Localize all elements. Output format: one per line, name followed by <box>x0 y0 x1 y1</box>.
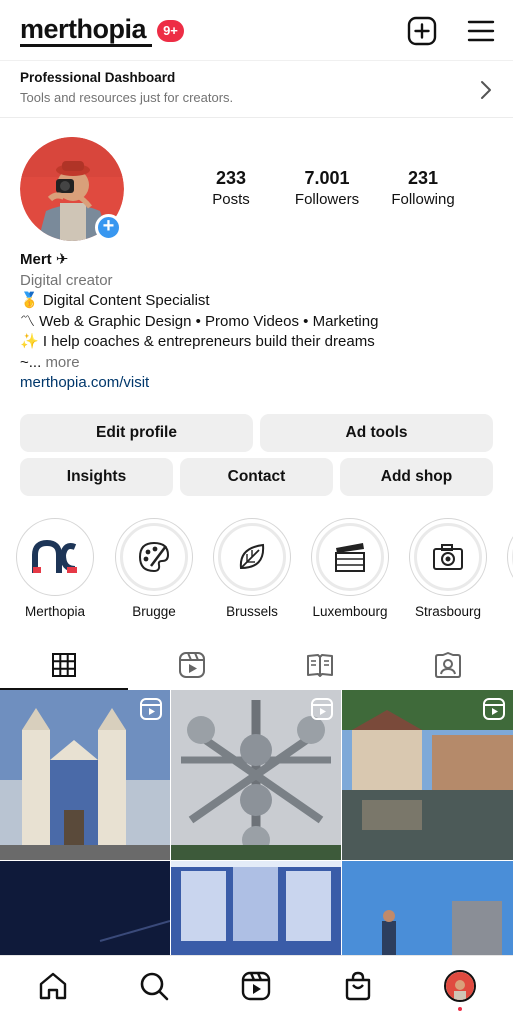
profile-name: Mert ✈ <box>20 251 69 268</box>
highlight-label: Merthopia <box>24 604 86 619</box>
bio-line: 〽 Web & Graphic Design • Promo Videos • … <box>20 312 379 330</box>
post-image <box>0 861 170 955</box>
highlight-strasbourg[interactable]: Strasbourg <box>409 518 487 619</box>
post-image <box>342 861 513 955</box>
profile-category: Digital creator <box>20 271 113 289</box>
edit-profile-button[interactable]: Edit profile <box>20 414 253 452</box>
notification-badge[interactable]: 9+ <box>157 20 184 42</box>
posts-label: Posts <box>212 191 250 208</box>
highlight-brussels[interactable]: Brussels <box>213 518 291 619</box>
grid-post[interactable] <box>0 690 170 860</box>
camera-icon <box>433 544 463 570</box>
highlight-label: Strasbourg <box>414 604 482 619</box>
highlight-partial[interactable] <box>507 518 513 596</box>
highlight-luxembourg[interactable]: Luxembourg <box>311 518 389 619</box>
reels-icon[interactable] <box>240 970 272 1002</box>
highlight-label: Brugge <box>132 604 176 619</box>
reels-icon <box>179 652 205 678</box>
bio-line: 🥇 Digital Content Specialist <box>20 292 210 309</box>
contact-button[interactable]: Contact <box>180 458 333 496</box>
username-underline <box>20 44 152 47</box>
following-count: 231 <box>407 168 439 188</box>
posts-grid <box>0 690 513 955</box>
profile-bio: Mert ✈ Digital creator 🥇 Digital Content… <box>20 250 500 394</box>
post-image <box>171 861 341 955</box>
create-post-icon[interactable] <box>407 16 437 46</box>
tab-reels[interactable] <box>128 640 256 690</box>
reel-badge-icon <box>140 698 162 720</box>
tab-guides[interactable] <box>256 640 384 690</box>
add-story-button[interactable]: + <box>95 214 122 241</box>
highlight-label: Luxembourg <box>312 604 388 619</box>
grid-post[interactable] <box>342 690 513 860</box>
bio-more-link[interactable]: more <box>45 354 79 371</box>
profile-avatar[interactable] <box>444 970 476 1002</box>
reel-badge-icon <box>311 698 333 720</box>
followers-label: Followers <box>294 191 360 208</box>
top-bar: merthopia 9+ <box>0 0 513 60</box>
bio-line: ✨ I help coaches & entrepreneurs build t… <box>20 333 375 350</box>
home-icon[interactable] <box>37 970 69 1002</box>
profile-tabs <box>0 640 513 690</box>
palette-icon <box>138 541 170 573</box>
search-icon[interactable] <box>138 970 170 1002</box>
profile-avatar-thumb <box>446 972 474 1000</box>
followers-stat[interactable]: 7.001 Followers <box>277 168 377 208</box>
guides-icon <box>307 654 333 677</box>
menu-icon[interactable] <box>466 16 496 46</box>
posts-count: 233 <box>215 168 247 188</box>
bottom-navigation <box>0 955 513 1024</box>
shop-icon[interactable] <box>342 970 374 1002</box>
professional-dashboard-title: Professional Dashboard <box>20 70 176 85</box>
highlight-merthopia[interactable]: Merthopia <box>16 518 94 619</box>
tagged-icon <box>435 652 461 678</box>
bio-truncated-line: ~... more <box>20 353 500 374</box>
following-stat[interactable]: 231 Following <box>373 168 473 208</box>
bio-truncated: ~... <box>20 353 42 371</box>
reel-badge-icon <box>483 698 505 720</box>
following-label: Following <box>391 191 455 208</box>
grid-post[interactable] <box>171 690 341 860</box>
add-shop-button[interactable]: Add shop <box>340 458 493 496</box>
followers-count: 7.001 <box>304 168 350 188</box>
profile-website-link[interactable]: merthopia.com/visit <box>20 373 500 394</box>
insights-button[interactable]: Insights <box>20 458 173 496</box>
grid-post[interactable] <box>342 861 513 955</box>
professional-dashboard-banner[interactable]: Professional Dashboard Tools and resourc… <box>0 60 513 118</box>
profile-notification-dot <box>458 1007 462 1011</box>
clapperboard-icon <box>335 543 365 572</box>
tab-grid[interactable] <box>0 640 128 690</box>
posts-stat[interactable]: 233 Posts <box>181 168 281 208</box>
ad-tools-button[interactable]: Ad tools <box>260 414 493 452</box>
chevron-right-icon <box>481 81 491 99</box>
account-username[interactable]: merthopia <box>20 14 147 45</box>
merthopia-logo-icon <box>32 539 77 573</box>
highlight-brugge[interactable]: Brugge <box>115 518 193 619</box>
grid-post[interactable] <box>171 861 341 955</box>
grid-post[interactable] <box>0 861 170 955</box>
leaf-icon <box>239 543 265 570</box>
professional-dashboard-subtitle: Tools and resources just for creators. <box>20 90 234 105</box>
highlight-label: Brussels <box>226 604 278 619</box>
grid-icon <box>52 653 76 677</box>
tab-tagged[interactable] <box>384 640 512 690</box>
